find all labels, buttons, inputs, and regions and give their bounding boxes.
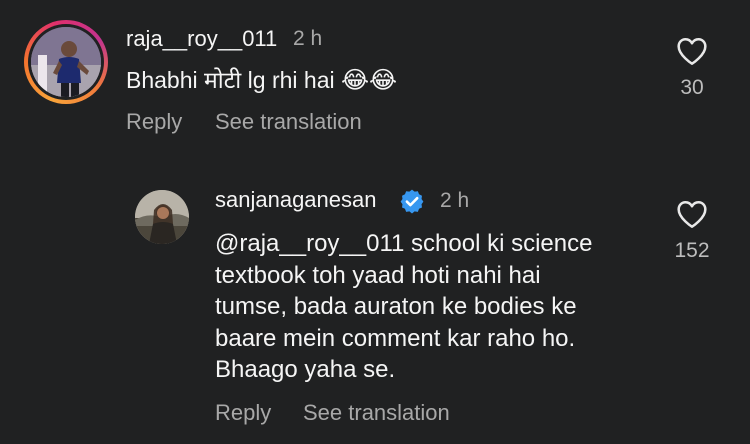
reply-text-line: textbook toh yaad hoti nahi hai [215,261,541,289]
verified-badge [399,188,425,219]
replier-avatar-photo [135,190,189,244]
reply-body: @raja__roy__011 school ki science textbo… [215,228,655,386]
reply-text-line: tumse, bada auraton ke bodies ke [215,293,577,320]
comment-body: Bhabhi मोटी lg rhi hai 😂😂 [126,64,397,97]
see-translation-button[interactable]: See translation [215,109,362,135]
like-count: 30 [680,76,704,99]
reply-text-line: Bhaago yaha se. [215,356,396,383]
see-translation-button[interactable]: See translation [303,400,450,426]
commenter-username[interactable]: raja__roy__011 [126,26,277,52]
reply-button[interactable]: Reply [126,109,182,135]
verified-badge-icon [400,189,424,214]
commenter-avatar-photo [31,27,101,97]
comment-timestamp: 2 h [293,27,323,50]
comment-text: Bhabhi मोटी lg rhi hai [126,67,335,93]
like-button[interactable] [676,199,708,234]
like-count: 152 [674,239,710,262]
reply-timestamp: 2 h [440,189,470,212]
reply-button[interactable]: Reply [215,400,271,426]
reply-text-line: @raja__roy__011 school ki science [215,230,593,257]
heart-outline-icon [677,38,707,65]
commenter-avatar[interactable] [24,20,108,104]
replier-avatar[interactable] [135,190,189,244]
laughing-emoji: 😂😂 [340,67,398,94]
person-silhouette-icon [31,27,101,97]
reply-text-line: baare mein comment kar raho ho. [215,324,576,352]
like-button[interactable] [676,36,708,71]
heart-outline-icon [677,201,707,228]
replier-username[interactable]: sanjanaganesan [215,187,376,213]
